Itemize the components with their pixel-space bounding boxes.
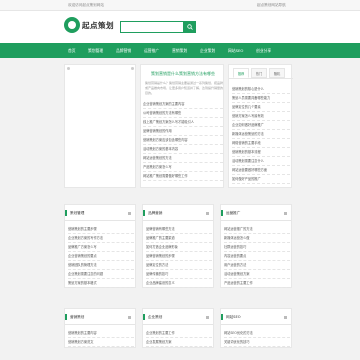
list-item[interactable]: 网站SEO优化的方法 [224,329,290,338]
panel-title[interactable]: 企业策划 [143,309,213,325]
nav-item-operation[interactable]: 运营推广 [144,48,159,54]
category-panel: 运营推广 网站运营推广的方法 新媒体运营怎么做 社群运营的技巧 内容运营的要点 … [220,204,292,288]
list-item[interactable]: 企业营销策划的要点 [68,252,134,261]
list-item[interactable]: 营销策划方案范文 [68,338,134,347]
tab-hot[interactable]: 热门 [251,68,267,78]
list-item[interactable]: 内容运营的要点 [224,252,290,261]
tab-bar: 推荐 热门 随机 [229,65,293,79]
nav-item-marketing[interactable]: 营销策划 [172,48,187,54]
category-panel: 品牌营销 品牌营销有哪些方法 品牌推广的主要渠道 如何打造企业品牌形象 品牌营销… [142,204,214,288]
news-list: 企业营销策划方案的主要内容 公司营销策划的方法有哪些 线上推广策划方案怎么写才能… [143,100,223,181]
logo-text[interactable]: 起点策划 [82,20,114,31]
list-item[interactable]: 品牌传播的技巧 [146,270,212,279]
panel-title[interactable]: 策划管理 [65,205,135,221]
search-input[interactable] [120,21,184,33]
more-icon [128,212,131,215]
list-item[interactable]: 网站运营推广的方法 [224,225,290,234]
list-item[interactable]: 社群运营的技巧 [224,243,290,252]
list-item[interactable]: 企业策划需要注意的问题 [68,270,134,279]
list-item[interactable]: 如何做好产品的推广 [232,175,290,184]
headline-intro: 策划营销是什么？策划营销主要是通过一系列策划，把品牌或产品推向市场，让更多用户知… [145,81,223,95]
nav-item-brand[interactable]: 品牌营销 [116,48,131,54]
category-panel: 企业策划 企业策划的主要工作 企业发展策划方案 [142,308,214,348]
list-item[interactable]: 策划方案的基本格式 [68,279,134,288]
list-item[interactable]: 品牌推广方案怎么写 [68,243,134,252]
list-item[interactable]: 企业策划方案的写作方法 [68,234,134,243]
list-item[interactable]: 新媒体运营怎么做 [224,234,290,243]
nav-item-home[interactable]: 首页 [68,48,76,54]
list-item[interactable]: 营销策划的主要步骤 [68,225,134,234]
tab-random[interactable]: 随机 [269,68,285,78]
welcome-text: 欢迎访问起点策划网站 [68,3,104,7]
list-item[interactable]: 企业品牌建设的意义 [146,279,212,288]
tab-recommend[interactable]: 推荐 [233,68,249,78]
more-icon [284,316,287,319]
list-item[interactable]: 品牌推广的主要渠道 [146,234,212,243]
image-slider[interactable] [64,64,136,188]
panel-title[interactable]: 营销策划 [65,309,135,325]
list-item[interactable]: 关键词优化的技巧 [224,338,290,347]
headline-title[interactable]: 策划营销是什么策划营销方法有哪些 [147,71,219,77]
list-item[interactable]: 营销策划的基本流程 [232,148,290,157]
list-item[interactable]: 网站推广策划需要做好哪些工作 [143,172,223,181]
list-item[interactable]: 新媒体运营策划的方法 [232,130,290,139]
list-item[interactable]: 活动运营策划方案 [224,270,290,279]
panel-title[interactable]: 网站SEO [221,309,291,325]
list-item[interactable]: 营销策划的主要内容 [68,329,134,338]
category-panel: 网站SEO 网站SEO优化的方法 关键词优化的技巧 [220,308,292,348]
search-icon [187,24,193,30]
logo-icon[interactable] [64,17,80,33]
nav-item-share[interactable]: 创业分享 [256,48,271,54]
more-icon [206,212,209,215]
more-icon [284,212,287,215]
list-item[interactable]: 用户运营的方法 [224,261,290,270]
list-item[interactable]: 品牌营销策划的作用 [143,127,223,136]
list-item[interactable]: 品牌营销策划的步骤 [146,252,212,261]
list-item[interactable]: 企业如何做好品牌推广 [232,121,290,130]
list-item[interactable]: 营销团队的管理方法 [68,261,134,270]
category-panel: 策划管理 营销策划的主要步骤 企业策划方案的写作方法 品牌推广方案怎么写 企业营… [64,204,136,288]
list-item[interactable]: 品牌定位的方法 [146,261,212,270]
list-item[interactable]: 线上推广策划方案怎么写才能吸引人 [143,118,223,127]
list-item[interactable]: 策划人员需要具备哪些能力 [232,94,290,103]
slider-dot[interactable] [67,67,70,70]
list-item[interactable]: 营销策划方案应该包含哪些内容 [143,136,223,145]
nav-item-planning[interactable]: 策划管理 [88,48,103,54]
list-item[interactable]: 活动策划方案的基本内容 [143,145,223,154]
nav-item-seo[interactable]: 网站SEO [228,48,243,54]
search-button[interactable] [184,21,196,33]
panel-title[interactable]: 品牌营销 [143,205,213,221]
slider-dot[interactable] [131,67,134,70]
list-item[interactable]: 营销方案怎么写最有效 [232,112,290,121]
list-item[interactable]: 企业发展策划方案 [146,338,212,347]
panel-title[interactable]: 运营推广 [221,205,291,221]
nav-item-enterprise[interactable]: 企业策划 [200,48,215,54]
more-icon [128,316,131,319]
list-item[interactable]: 公司营销策划的方法有哪些 [143,109,223,118]
more-icon [206,316,209,319]
tab-box: 推荐 热门 随机 营销策划的核心是什么 策划人员需要具备哪些能力 品牌定位的几个… [228,64,293,188]
list-item[interactable]: 产品策划方案怎么写 [143,163,223,172]
list-item[interactable]: 营销策划的核心是什么 [232,85,290,94]
site-nav-link[interactable]: 起点策划网站导航 [257,3,286,8]
list-item[interactable]: 活动策划需要注意什么 [232,157,290,166]
list-item[interactable]: 品牌定位的几个要素 [232,103,290,112]
list-item[interactable]: 产品运营的主要工作 [224,279,290,288]
tab-list: 营销策划的核心是什么 策划人员需要具备哪些能力 品牌定位的几个要素 营销方案怎么… [232,85,290,184]
list-item[interactable]: 品牌营销有哪些方法 [146,225,212,234]
list-item[interactable]: 如何打造企业品牌形象 [146,243,212,252]
list-item[interactable]: 网站运营策划的方法 [143,154,223,163]
category-panel: 营销策划 营销策划的主要内容 营销策划方案范文 [64,308,136,348]
list-item[interactable]: 企业策划的主要工作 [146,329,212,338]
list-item[interactable]: 企业营销策划方案的主要内容 [143,100,223,109]
headline-news: 策划营销是什么策划营销方法有哪些 策划营销是什么？策划营销主要是通过一系列策划，… [140,64,224,188]
list-item[interactable]: 网络营销的主要手段 [232,139,290,148]
list-item[interactable]: 网站运营要做好哪些方面 [232,166,290,175]
top-bar: 欢迎访问起点策划网站 起点策划网站导航 [0,0,360,11]
main-nav: 首页 策划管理 品牌营销 运营推广 营销策划 企业策划 网站SEO 创业分享 [0,43,360,58]
